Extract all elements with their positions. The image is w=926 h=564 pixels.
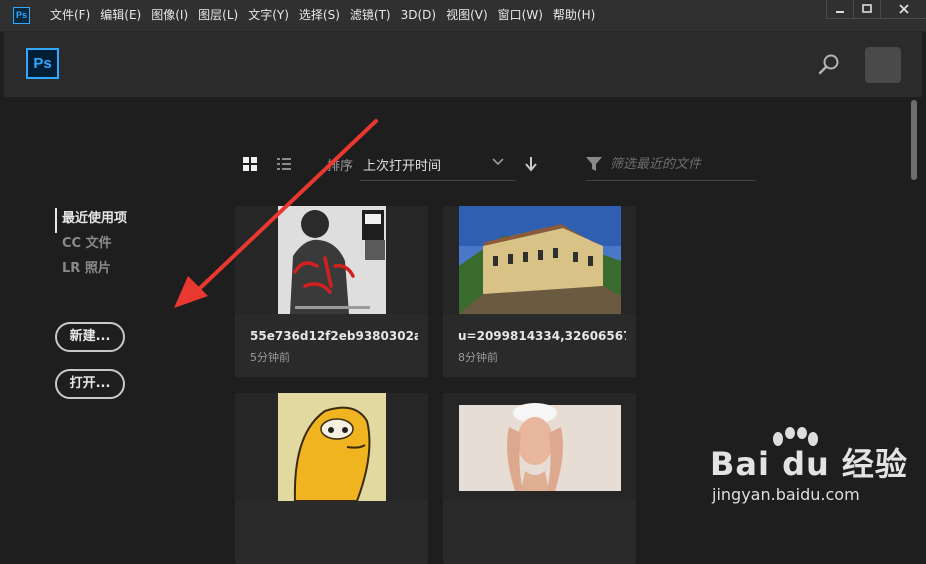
file-name: 55e736d12f2eb9380302ad...	[250, 329, 418, 343]
sort-label: 排序	[327, 159, 354, 174]
recent-file-card[interactable]	[235, 393, 428, 564]
sidebar-item-cc-files[interactable]: CC 文件	[55, 233, 127, 258]
close-icon	[898, 4, 909, 14]
menu-edit[interactable]: 编辑(E)	[100, 0, 141, 31]
user-avatar[interactable]	[865, 47, 901, 83]
file-name: u=2099814334,326065679...	[458, 329, 626, 343]
menu-help[interactable]: 帮助(H)	[553, 0, 595, 31]
maximize-icon	[862, 4, 872, 13]
main-menu: 文件(F) 编辑(E) 图像(I) 图层(L) 文字(Y) 选择(S) 滤镜(T…	[50, 0, 605, 31]
sidebar-item-recent[interactable]: 最近使用项	[55, 208, 127, 233]
sidebar-item-lr-photos[interactable]: LR 照片	[55, 258, 127, 283]
minimize-button[interactable]	[826, 0, 853, 19]
menu-filter[interactable]: 滤镜(T)	[350, 0, 391, 31]
filter-field[interactable]	[586, 148, 756, 181]
chevron-down-icon	[492, 158, 504, 166]
menu-type[interactable]: 文字(Y)	[248, 0, 289, 31]
watermark-url: jingyan.baidu.com	[712, 485, 860, 504]
menu-select[interactable]: 选择(S)	[299, 0, 340, 31]
filter-input[interactable]	[610, 154, 750, 174]
search-button[interactable]	[817, 53, 841, 77]
sort-dropdown[interactable]: 上次打开时间	[360, 148, 516, 181]
sidebar-nav: 最近使用项 CC 文件 LR 照片	[55, 208, 127, 283]
grid-view-icon[interactable]	[243, 157, 257, 171]
window-controls	[826, 0, 926, 20]
baidu-watermark: Bai du 经验 jingyan.baidu.com	[710, 425, 920, 520]
menu-window[interactable]: 窗口(W)	[498, 0, 543, 31]
recent-file-card[interactable]	[443, 393, 636, 564]
menu-file[interactable]: 文件(F)	[50, 0, 90, 31]
file-thumbnail	[235, 393, 428, 501]
file-thumbnail	[235, 206, 428, 314]
minimize-icon	[836, 11, 844, 13]
scrollbar[interactable]	[911, 100, 917, 180]
recent-file-card[interactable]: u=2099814334,326065679... 8分钟前	[443, 206, 636, 377]
filter-funnel-icon	[586, 157, 602, 171]
sort-value: 上次打开时间	[363, 159, 442, 174]
photoshop-logo[interactable]: Ps	[26, 48, 59, 79]
recent-file-card[interactable]: 55e736d12f2eb9380302ad... 5分钟前	[235, 206, 428, 377]
home-header: Ps	[4, 32, 922, 97]
open-button[interactable]: 打开...	[55, 369, 125, 399]
list-view-icon[interactable]	[277, 157, 291, 171]
menu-view[interactable]: 视图(V)	[446, 0, 488, 31]
maximize-button[interactable]	[853, 0, 880, 19]
sort-direction-arrow-icon[interactable]	[524, 156, 538, 172]
photoshop-app-icon[interactable]: Ps	[13, 7, 30, 24]
menu-3d[interactable]: 3D(D)	[401, 0, 436, 31]
watermark-logo: Bai du 经验	[710, 445, 908, 483]
file-time: 8分钟前	[458, 351, 498, 364]
search-icon	[818, 54, 839, 75]
close-button[interactable]	[880, 0, 926, 19]
menu-image[interactable]: 图像(I)	[151, 0, 188, 31]
new-button[interactable]: 新建...	[55, 322, 125, 352]
menu-bar: Ps 文件(F) 编辑(E) 图像(I) 图层(L) 文字(Y) 选择(S) 滤…	[0, 0, 926, 32]
file-thumbnail	[443, 206, 636, 314]
menu-layer[interactable]: 图层(L)	[198, 0, 238, 31]
file-time: 5分钟前	[250, 351, 290, 364]
file-thumbnail	[443, 393, 636, 501]
